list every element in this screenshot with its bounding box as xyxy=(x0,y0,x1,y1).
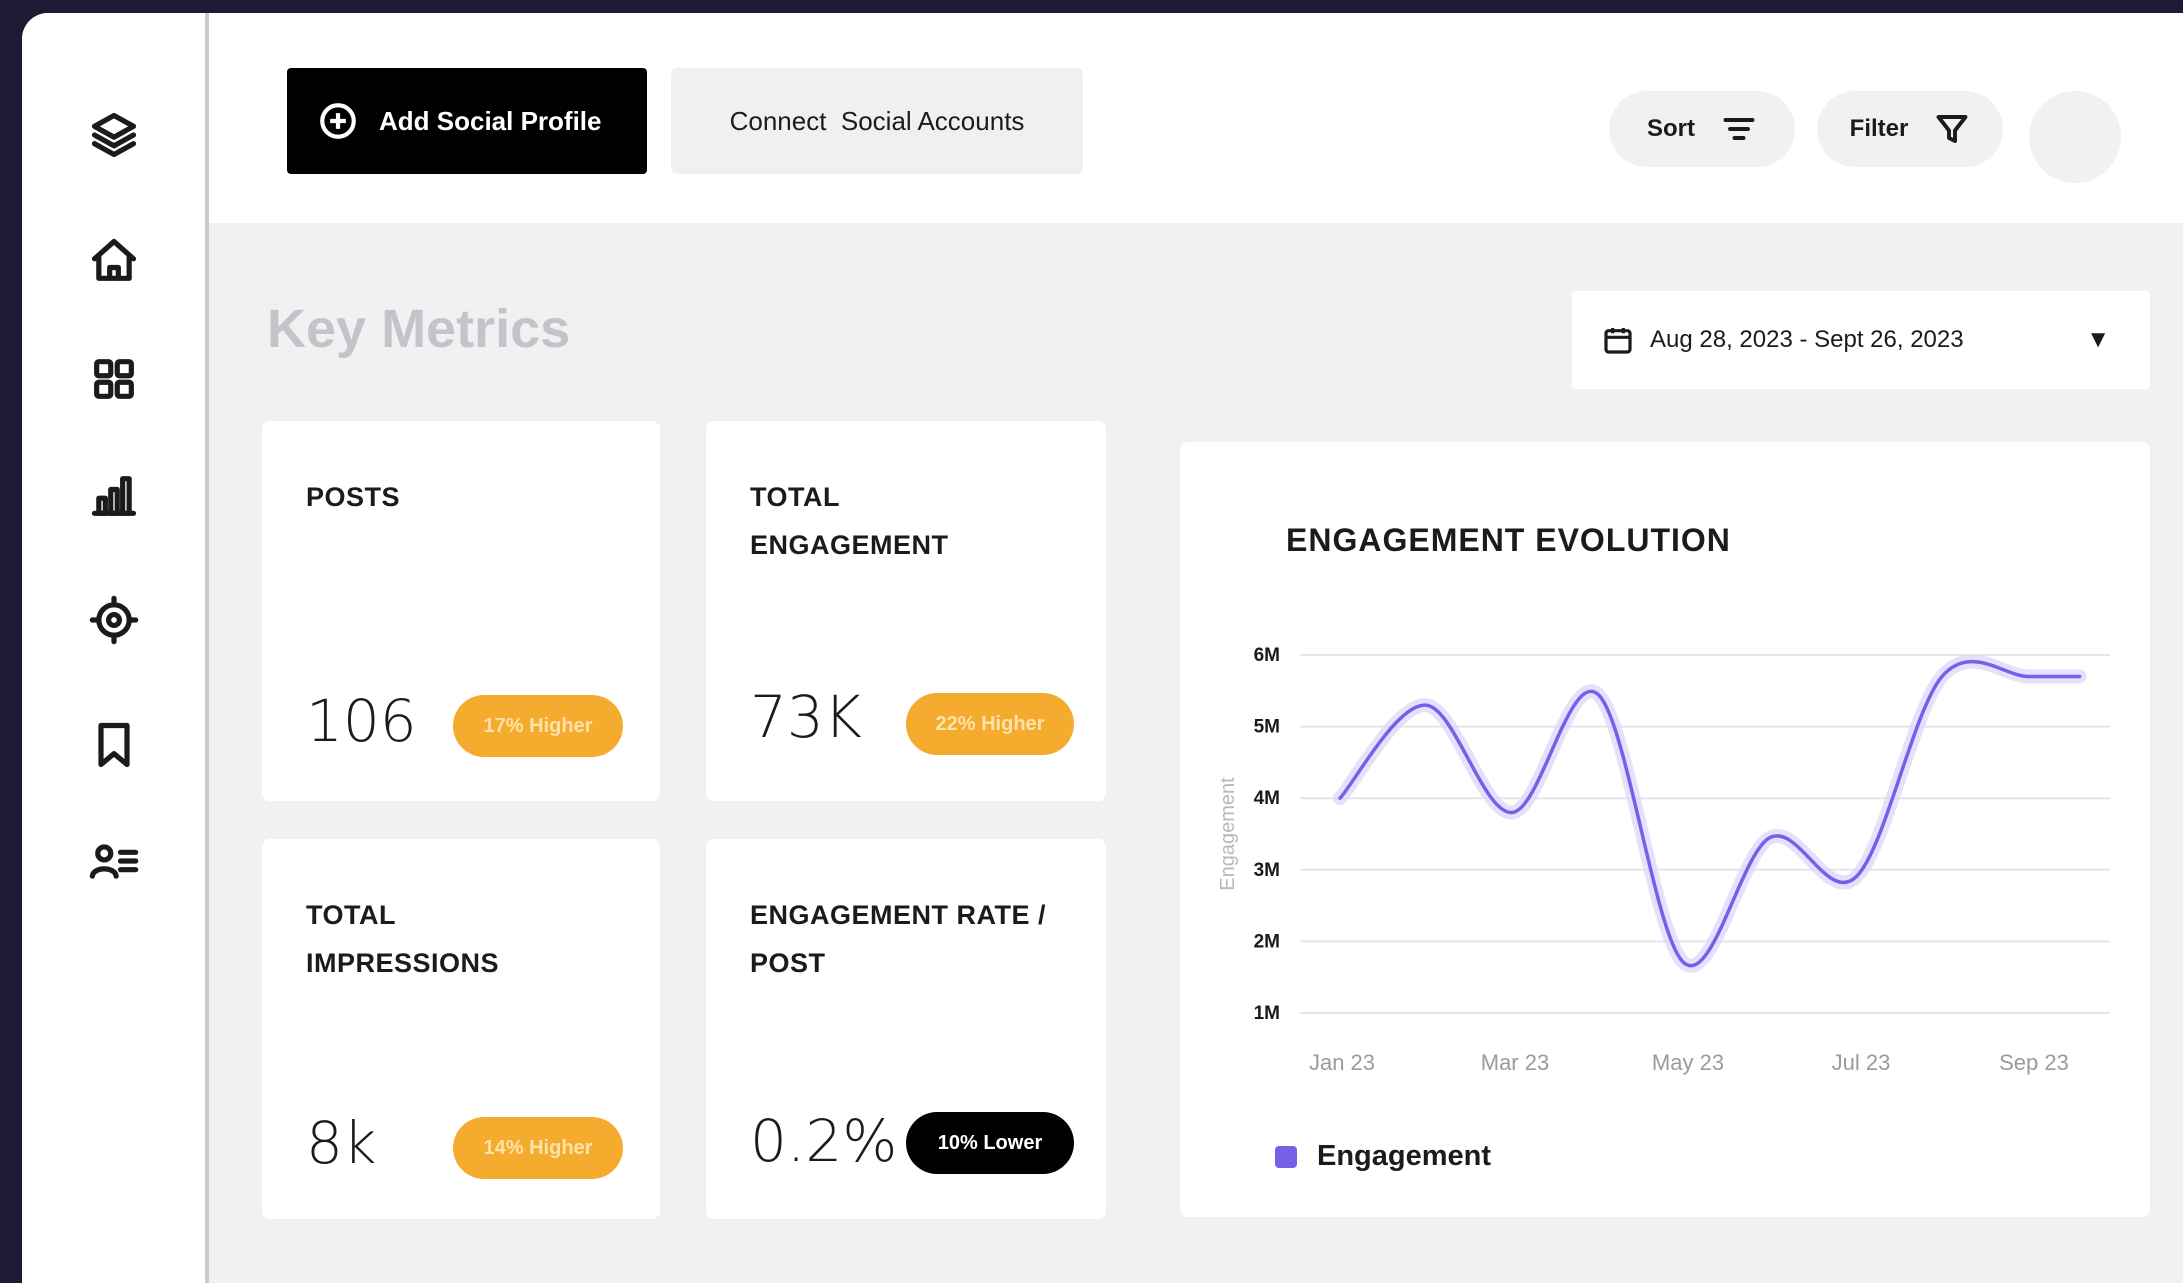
trend-badge: 14% Higher xyxy=(453,1117,623,1179)
connect-social-accounts-label: Connect Social Accounts xyxy=(729,105,1025,136)
x-tick-label: Jan 23 xyxy=(1309,1050,1375,1075)
bookmark-icon xyxy=(98,722,130,768)
y-tick-label: 6M xyxy=(1254,645,1280,666)
series-line-glow xyxy=(1333,654,2087,973)
filter-label: Filter xyxy=(1849,115,1909,142)
plus-circle-icon xyxy=(320,103,356,139)
engagement-chart-card: ENGAGEMENT EVOLUTION 1M 2M 3M 4M 5M 6M Jan 23 M… xyxy=(1180,442,2150,1217)
date-range-picker[interactable]: Aug 28, 2023 - Sept 26, 2023 ▼ xyxy=(1572,291,2150,389)
metric-value: 0.2% xyxy=(750,1107,898,1175)
x-tick-label: Mar 23 xyxy=(1481,1050,1549,1075)
sidebar-item-profiles[interactable] xyxy=(81,828,147,894)
x-tick-label: Jul 23 xyxy=(1832,1050,1891,1075)
y-tick-label: 5M xyxy=(1254,717,1280,738)
series-line-engagement xyxy=(1338,659,2082,968)
metric-card-total-engagement: TOTAL ENGAGEMENT 73K 22% Higher xyxy=(706,421,1106,801)
home-icon xyxy=(91,238,137,281)
sort-button[interactable]: Sort xyxy=(1609,91,1795,167)
bar-chart-icon xyxy=(91,476,137,516)
date-range-text: Aug 28, 2023 - Sept 26, 2023 xyxy=(1650,326,1964,353)
filter-button[interactable]: Filter xyxy=(1817,91,2003,167)
metric-label: TOTAL ENGAGEMENT xyxy=(750,482,949,560)
x-tick-label: Sep 23 xyxy=(1999,1050,2069,1075)
metric-label: ENGAGEMENT RATE / POST xyxy=(750,900,1047,978)
sidebar-item-saved[interactable] xyxy=(81,712,147,778)
caret-down-icon: ▼ xyxy=(2086,326,2110,353)
top-toolbar: Add Social Profile Connect Social Accoun… xyxy=(209,13,2183,223)
metric-value: 8k xyxy=(306,1109,377,1177)
layers-icon xyxy=(91,112,137,158)
metric-value: 106 xyxy=(306,687,417,755)
metric-label: POSTS xyxy=(306,482,401,512)
trend-badge: 10% Lower xyxy=(906,1112,1074,1174)
trend-badge: 17% Higher xyxy=(453,695,623,757)
trend-badge: 22% Higher xyxy=(906,693,1074,755)
calendar-icon xyxy=(1604,328,1632,354)
sidebar xyxy=(22,13,209,1283)
sidebar-item-home[interactable] xyxy=(81,228,147,294)
connect-social-accounts-button[interactable]: Connect Social Accounts xyxy=(671,68,1083,174)
sidebar-item-dashboard[interactable] xyxy=(81,346,147,412)
sidebar-item-targeting[interactable] xyxy=(81,587,147,653)
legend-label: Engagement xyxy=(1317,1140,1492,1172)
avatar[interactable] xyxy=(2029,91,2121,183)
sort-lines-icon xyxy=(1723,118,1755,140)
sidebar-item-layers[interactable] xyxy=(81,102,147,168)
chart-legend: Engagement xyxy=(1275,1140,1491,1173)
metric-label: TOTAL IMPRESSIONS xyxy=(306,900,500,978)
add-social-profile-label: Add Social Profile xyxy=(379,105,602,136)
y-tick-label: 3M xyxy=(1254,860,1280,881)
legend-swatch xyxy=(1275,1145,1297,1168)
sort-label: Sort xyxy=(1647,115,1695,142)
filter-funnel-icon xyxy=(1936,115,1968,143)
y-tick-label: 2M xyxy=(1254,931,1280,952)
x-tick-label: May 23 xyxy=(1652,1050,1724,1075)
user-list-icon xyxy=(89,844,139,879)
app-window: Add Social Profile Connect Social Accoun… xyxy=(22,13,2183,1283)
target-icon xyxy=(89,595,139,645)
engagement-line-chart: 1M 2M 3M 4M 5M 6M Jan 23 Mar 23 May 23 Jul 23 Sep … xyxy=(1217,645,2110,1075)
y-tick-label: 1M xyxy=(1254,1003,1280,1024)
metric-card-posts: POSTS 106 17% Higher xyxy=(262,421,660,801)
page-title: Key Metrics xyxy=(267,299,571,359)
y-tick-label: 4M xyxy=(1254,788,1280,809)
grid-icon xyxy=(94,359,134,399)
y-axis-label: Engagement xyxy=(1217,777,1239,891)
metric-value: 73K xyxy=(750,683,862,751)
sidebar-item-analytics[interactable] xyxy=(81,463,147,529)
add-social-profile-button[interactable]: Add Social Profile xyxy=(287,68,647,174)
metric-card-total-impressions: TOTAL IMPRESSIONS 8k 14% Higher xyxy=(262,839,660,1219)
metric-card-engagement-rate: ENGAGEMENT RATE / POST 0.2% 10% Lower xyxy=(706,839,1106,1219)
